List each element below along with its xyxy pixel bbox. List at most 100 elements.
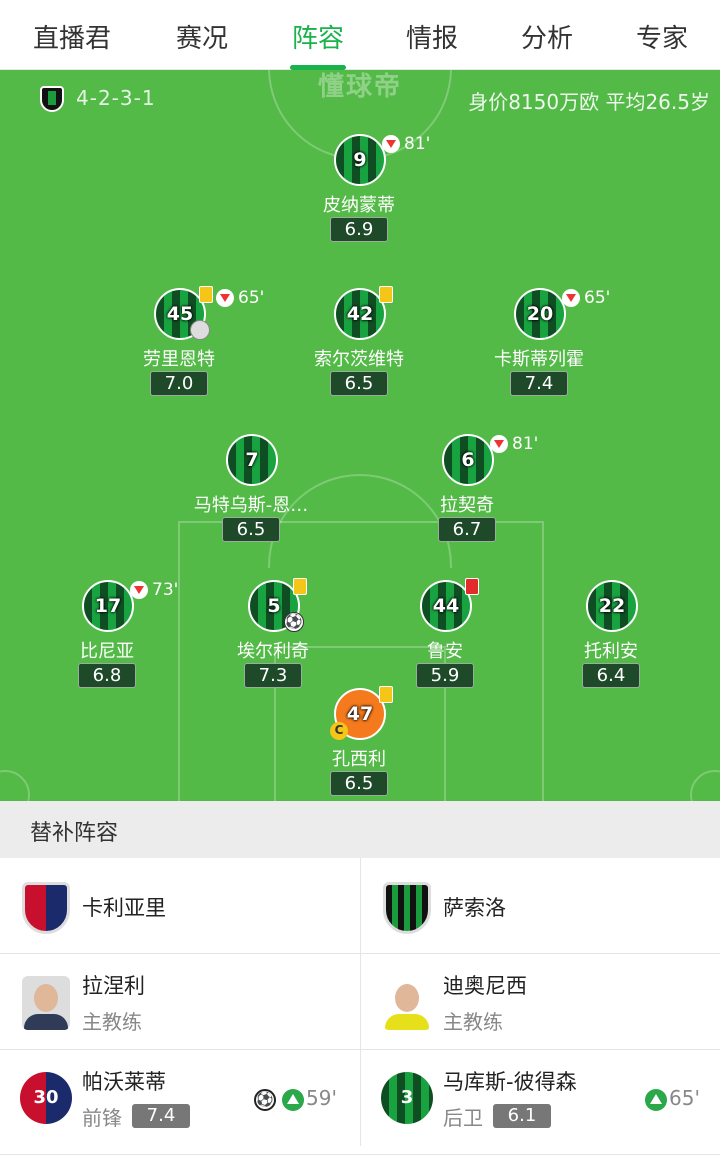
jersey-icon: 7 [226,434,278,486]
home-sub-cell[interactable]: 30 帕沃莱蒂 前锋 7.4 ⚽ 59' [0,1050,360,1146]
player-marker[interactable]: 47 C 孔西利 6.5 [284,686,434,801]
away-coach-role: 主教练 [443,1010,503,1034]
goal-ball-icon: ⚽ [254,1088,276,1111]
sub-in-arrow-icon [645,1088,667,1111]
player-rating: 6.4 [582,663,640,688]
tab-match-status[interactable]: 赛况 [147,18,257,58]
sub-in-indicator: 65' [645,1086,700,1111]
player-marker[interactable]: 6 81' 拉契奇 6.7 [392,434,542,554]
captain-badge-icon: C [330,722,348,740]
sub-player-position: 后卫 [443,1106,483,1130]
player-number: 9 [353,149,367,171]
yellow-card-icon [379,286,393,303]
red-card-icon [465,578,479,595]
player-number: 42 [346,303,374,325]
player-name: 鲁安 [427,641,463,662]
player-rating: 7.0 [150,371,208,396]
jersey-icon: 9 [334,134,386,186]
player-name: 孔西利 [332,749,386,770]
away-coach-cell[interactable]: 迪奥尼西 主教练 [360,954,720,1050]
sub-out-arrow-icon [130,581,148,599]
player-name: 比尼亚 [80,641,134,662]
tab-experts[interactable]: 专家 [607,18,717,58]
goal-ball-icon: ⚽ [284,612,304,632]
substitutes-title: 替补阵容 [30,821,119,846]
player-rating: 7.4 [510,371,568,396]
injury-ball-icon [190,320,210,340]
sub-out-indicator: 81' [490,434,538,454]
tab-analysis[interactable]: 分析 [492,18,602,58]
player-name: 埃尔利奇 [237,641,309,662]
player-name: 劳里恩特 [143,349,215,370]
home-team-cell[interactable]: 卡利亚里 [0,858,360,954]
player-marker[interactable]: 9 81' 皮纳蒙蒂 6.9 [284,134,434,254]
player-name: 卡斯蒂列霍 [494,349,584,370]
away-sub-cell[interactable]: 3 马库斯-彼得森 后卫 6.1 65' [360,1050,720,1146]
jersey-icon: 6 [442,434,494,486]
player-marker[interactable]: 42 索尔茨维特 6.5 [284,286,434,408]
sub-player-rating: 6.1 [493,1104,551,1128]
tab-lineup[interactable]: 阵容 [263,18,373,58]
player-rating: 5.9 [416,663,474,688]
player-marker[interactable]: 22 托利安 6.4 [536,580,686,700]
sub-out-time: 81' [512,434,539,454]
sub-player-position: 前锋 [82,1106,122,1130]
sub-out-arrow-icon [562,289,580,307]
player-number: 6 [461,449,475,471]
player-name: 马特乌斯-恩… [193,495,309,516]
lineup-screen: 直播君 赛况 阵容 情报 分析 专家 懂球帝 4-2-3-1 身价8150万欧 … [0,0,720,1155]
watermark: 懂球帝 [317,72,402,102]
player-number: 7 [245,449,259,471]
tab-intel[interactable]: 情报 [377,18,487,58]
player-rating: 6.5 [330,771,388,796]
sub-out-indicator: 65' [562,288,610,308]
player-marker[interactable]: 45 65' 劳里恩特 7.0 [104,286,264,408]
player-marker[interactable]: 17 73' 比尼亚 6.8 [32,580,182,700]
sub-jersey-icon: 30 [20,1072,72,1124]
player-rating: 7.3 [244,663,302,688]
sub-out-time: 73' [152,580,179,600]
player-name: 拉契奇 [440,495,494,516]
yellow-card-icon [293,578,307,595]
pitch: 懂球帝 4-2-3-1 身价8150万欧 平均26.5岁 9 81' 皮纳蒙蒂 … [0,70,720,801]
substitutes-header: 替补阵容 [0,801,720,858]
corner-arc-right [690,770,720,801]
sassuolo-badge-icon [40,86,64,112]
player-name: 皮纳蒙蒂 [323,195,395,216]
corner-arc-left [0,770,30,801]
coach-avatar [22,976,70,1030]
player-marker[interactable]: 44 鲁安 5.9 [370,578,520,700]
sub-out-indicator: 65' [216,288,264,308]
sub-player-name: 帕沃莱蒂 [82,1070,166,1094]
away-coach-name: 迪奥尼西 [443,974,527,998]
player-marker[interactable]: 20 65' 卡斯蒂列霍 7.4 [464,288,614,408]
squad-value-info: 身价8150万欧 平均26.5岁 [468,90,710,114]
sub-in-arrow-icon [282,1088,304,1111]
home-coach-cell[interactable]: 拉涅利 主教练 [0,954,360,1050]
player-number: 44 [432,595,460,617]
jersey-icon: 20 [514,288,566,340]
away-team-cell[interactable]: 萨索洛 [360,858,720,954]
sub-out-indicator: 81' [382,134,430,154]
sub-out-time: 65' [584,288,611,308]
player-rating: 6.7 [438,517,496,542]
sub-out-indicator: 73' [130,580,178,600]
player-marker[interactable]: 7 马特乌斯-恩… 6.5 [176,434,326,554]
sub-jersey-icon: 3 [381,1072,433,1124]
player-number: 20 [526,303,554,325]
player-marker[interactable]: 5 ⚽ 埃尔利奇 7.3 [198,578,348,700]
home-team-name: 卡利亚里 [82,896,166,920]
sub-out-time: 81' [404,134,431,154]
team-row: 卡利亚里 萨索洛 [0,858,720,954]
sub-out-arrow-icon [490,435,508,453]
player-name: 索尔茨维特 [314,349,404,370]
top-tab-bar: 直播君 赛况 阵容 情报 分析 专家 [0,0,720,70]
sub-out-arrow-icon [382,135,400,153]
player-name: 托利安 [584,641,638,662]
sub-player-rating: 7.4 [132,1104,190,1128]
jersey-icon: 17 [82,580,134,632]
player-rating: 6.5 [330,371,388,396]
yellow-card-icon [379,686,393,703]
tab-live[interactable]: 直播君 [17,18,127,58]
player-rating: 6.5 [222,517,280,542]
